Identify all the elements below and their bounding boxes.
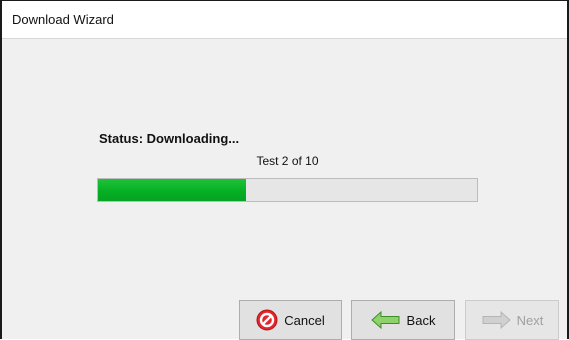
- progress-caption: Test 2 of 10: [256, 154, 319, 168]
- arrow-right-icon: [481, 311, 511, 329]
- cancel-button[interactable]: Cancel: [239, 300, 342, 340]
- window-title: Download Wizard: [12, 12, 114, 27]
- cancel-button-label: Cancel: [284, 312, 325, 328]
- back-button[interactable]: Back: [351, 300, 455, 340]
- title-bar: Download Wizard: [2, 1, 567, 39]
- arrow-left-icon: [370, 311, 401, 329]
- progress-bar-fill: [98, 179, 246, 201]
- next-button-label: Next: [516, 312, 544, 328]
- wizard-window: Download Wizard Status: Downloading... T…: [0, 0, 569, 340]
- next-button[interactable]: Next: [465, 300, 559, 340]
- status-label: Status: Downloading...: [99, 131, 240, 146]
- back-button-label: Back: [406, 312, 436, 328]
- progress-bar: [97, 178, 478, 202]
- cancel-icon: [256, 309, 278, 331]
